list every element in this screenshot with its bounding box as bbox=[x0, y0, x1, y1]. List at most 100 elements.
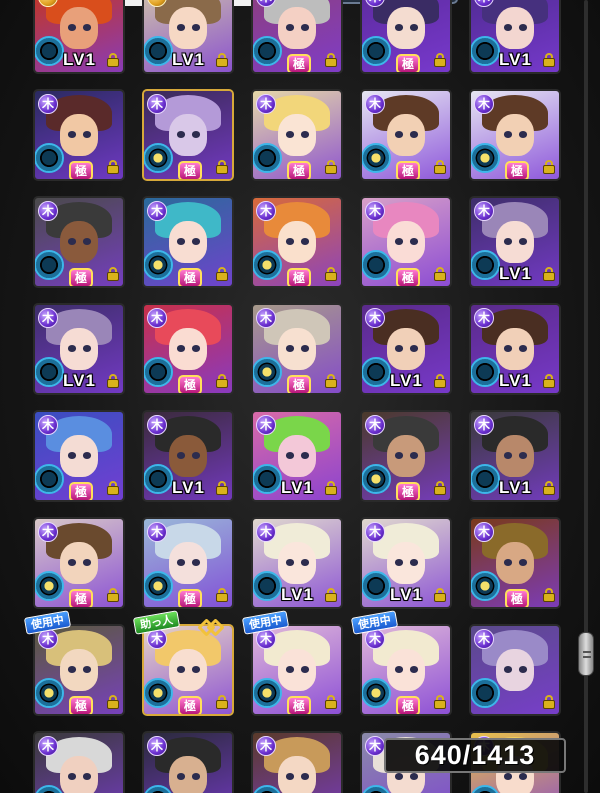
monster-card[interactable]: 木極 bbox=[251, 303, 343, 395]
character-face bbox=[277, 327, 317, 371]
lock-icon[interactable] bbox=[216, 481, 228, 495]
lock-icon[interactable] bbox=[107, 160, 119, 174]
character-eye bbox=[68, 452, 77, 459]
lock-icon[interactable] bbox=[543, 267, 555, 281]
lock-icon[interactable] bbox=[107, 374, 119, 388]
monster-card[interactable]: 木極 bbox=[142, 89, 234, 181]
lock-icon[interactable] bbox=[325, 695, 337, 709]
lock-icon[interactable] bbox=[543, 53, 555, 67]
lock-icon[interactable] bbox=[434, 267, 446, 281]
character-face bbox=[386, 648, 426, 692]
lock-icon[interactable] bbox=[107, 53, 119, 67]
lock-icon[interactable] bbox=[325, 588, 337, 602]
lock-body bbox=[107, 272, 119, 281]
monster-card[interactable]: 木LV1 bbox=[33, 303, 125, 395]
monster-card[interactable]: 木極 bbox=[360, 410, 452, 502]
lock-icon[interactable] bbox=[543, 374, 555, 388]
lock-icon[interactable] bbox=[543, 695, 555, 709]
monster-card[interactable]: 木LV1 bbox=[251, 517, 343, 609]
level-label: LV1 bbox=[63, 50, 96, 69]
monster-card[interactable]: 木 bbox=[251, 731, 343, 793]
monster-card[interactable]: 木極 bbox=[142, 517, 234, 609]
character-face bbox=[386, 541, 426, 585]
lock-icon[interactable] bbox=[434, 695, 446, 709]
character-eye bbox=[504, 452, 513, 459]
character-eye bbox=[395, 24, 404, 31]
lock-icon[interactable] bbox=[434, 588, 446, 602]
type-orb-icon bbox=[35, 357, 64, 387]
monster-card[interactable]: 木極 bbox=[33, 410, 125, 502]
monster-card[interactable]: 木LV1 bbox=[469, 196, 561, 288]
lock-icon[interactable] bbox=[434, 374, 446, 388]
monster-card[interactable]: 木極 bbox=[469, 89, 561, 181]
monster-card[interactable]: 木LV1 bbox=[142, 410, 234, 502]
lock-icon[interactable] bbox=[216, 267, 228, 281]
lock-icon[interactable] bbox=[216, 374, 228, 388]
lock-icon[interactable] bbox=[325, 53, 337, 67]
lock-icon[interactable] bbox=[216, 588, 228, 602]
lock-icon[interactable] bbox=[543, 588, 555, 602]
lock-icon[interactable] bbox=[543, 481, 555, 495]
monster-card[interactable]: 木極 bbox=[251, 196, 343, 288]
monster-card[interactable]: LV1 bbox=[142, 0, 234, 74]
lock-icon[interactable] bbox=[107, 588, 119, 602]
monster-card[interactable]: LV1 bbox=[33, 0, 125, 74]
monster-card[interactable]: 木極 bbox=[469, 517, 561, 609]
lock-icon[interactable] bbox=[434, 160, 446, 174]
character-face bbox=[59, 541, 99, 585]
monster-card[interactable]: 木極 bbox=[33, 624, 125, 716]
lock-icon[interactable] bbox=[325, 374, 337, 388]
monster-card[interactable]: 木極 bbox=[251, 89, 343, 181]
character-face bbox=[277, 434, 317, 478]
monster-card[interactable]: 木極 bbox=[251, 624, 343, 716]
monster-card[interactable]: 木LV1 bbox=[469, 303, 561, 395]
scroll-thumb[interactable] bbox=[578, 632, 594, 676]
monster-card[interactable]: 木極 bbox=[360, 0, 452, 74]
monster-card[interactable]: 木LV1 bbox=[360, 303, 452, 395]
character-face bbox=[59, 434, 99, 478]
lock-icon[interactable] bbox=[543, 160, 555, 174]
monster-card[interactable]: 木極 bbox=[142, 196, 234, 288]
monster-card[interactable]: 木LV1 bbox=[469, 0, 561, 74]
monster-card[interactable]: 木極 bbox=[142, 303, 234, 395]
monster-card[interactable]: 木極 bbox=[33, 89, 125, 181]
lock-icon[interactable] bbox=[107, 267, 119, 281]
character-eye bbox=[504, 559, 513, 566]
monster-card[interactable]: 木LV1 bbox=[469, 410, 561, 502]
character-eye bbox=[83, 666, 92, 673]
monster-card[interactable]: 木 bbox=[33, 731, 125, 793]
lock-icon[interactable] bbox=[325, 160, 337, 174]
lock-icon[interactable] bbox=[216, 695, 228, 709]
monster-card[interactable]: 木極 bbox=[360, 196, 452, 288]
monster-card[interactable]: 木LV1 bbox=[251, 410, 343, 502]
level-label: LV1 bbox=[499, 264, 532, 283]
lock-icon[interactable] bbox=[216, 160, 228, 174]
character-face bbox=[495, 6, 535, 50]
character-eye bbox=[395, 666, 404, 673]
monster-card[interactable]: 木 bbox=[469, 624, 561, 716]
lock-icon[interactable] bbox=[107, 695, 119, 709]
monster-card[interactable]: 木極 bbox=[360, 624, 452, 716]
character-face bbox=[168, 327, 208, 371]
lock-icon[interactable] bbox=[325, 481, 337, 495]
character-eye bbox=[519, 452, 528, 459]
lock-icon[interactable] bbox=[434, 481, 446, 495]
monster-card[interactable]: 木極 bbox=[33, 517, 125, 609]
monster-card[interactable]: 木極 bbox=[33, 196, 125, 288]
goku-rank-badge: 極 bbox=[69, 161, 93, 179]
lock-icon[interactable] bbox=[107, 481, 119, 495]
monster-card[interactable]: 木極 bbox=[360, 89, 452, 181]
monster-card[interactable]: 木LV1 bbox=[360, 517, 452, 609]
monster-card[interactable]: 木 bbox=[142, 731, 234, 793]
lock-icon[interactable] bbox=[325, 267, 337, 281]
wood-element-icon: 木 bbox=[365, 736, 385, 756]
character-face bbox=[386, 434, 426, 478]
wood-element-icon: 木 bbox=[147, 415, 167, 435]
lock-icon[interactable] bbox=[216, 53, 228, 67]
scrollbar[interactable] bbox=[576, 0, 596, 793]
character-face bbox=[277, 648, 317, 692]
character-face bbox=[277, 6, 317, 50]
lock-icon[interactable] bbox=[434, 53, 446, 67]
monster-card[interactable]: 木極 bbox=[251, 0, 343, 74]
character-eye bbox=[286, 131, 295, 138]
